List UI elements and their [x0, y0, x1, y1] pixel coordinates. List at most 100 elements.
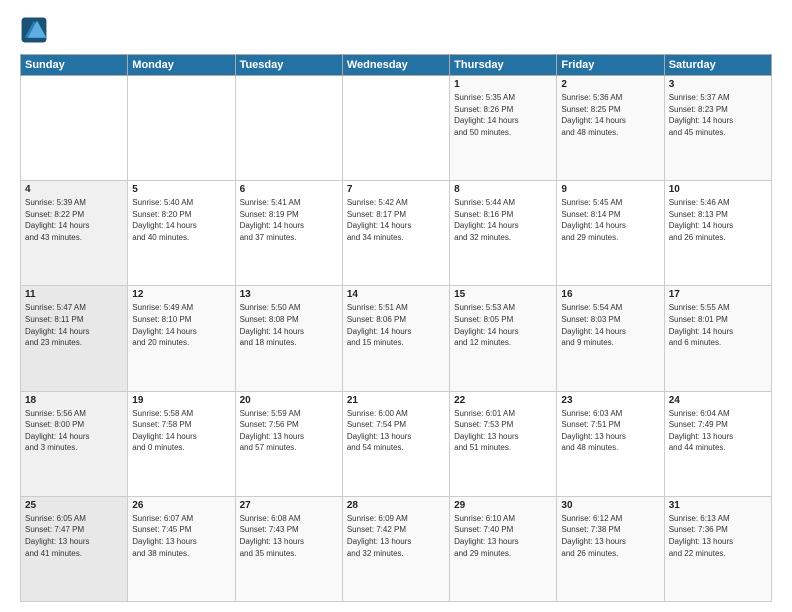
- day-info: Sunrise: 6:05 AM Sunset: 7:47 PM Dayligh…: [25, 513, 123, 559]
- day-info: Sunrise: 5:37 AM Sunset: 8:23 PM Dayligh…: [669, 92, 767, 138]
- calendar-cell: 7 Sunrise: 5:42 AM Sunset: 8:17 PM Daylig…: [342, 181, 449, 286]
- weekday-header-tuesday: Tuesday: [235, 55, 342, 76]
- day-info: Sunrise: 5:56 AM Sunset: 8:00 PM Dayligh…: [25, 408, 123, 454]
- day-info: Sunrise: 6:13 AM Sunset: 7:36 PM Dayligh…: [669, 513, 767, 559]
- day-info: Sunrise: 5:41 AM Sunset: 8:19 PM Dayligh…: [240, 197, 338, 243]
- calendar-cell: 21 Sunrise: 6:00 AM Sunset: 7:54 PM Dayli…: [342, 391, 449, 496]
- calendar-cell: 20 Sunrise: 5:59 AM Sunset: 7:56 PM Dayli…: [235, 391, 342, 496]
- calendar-cell: 16 Sunrise: 5:54 AM Sunset: 8:03 PM Dayli…: [557, 286, 664, 391]
- day-number: 17: [669, 289, 767, 300]
- calendar-cell: 8 Sunrise: 5:44 AM Sunset: 8:16 PM Daylig…: [450, 181, 557, 286]
- calendar-cell: 17Sunrise: 5:55 AM Sunset: 8:01 PM Dayli…: [664, 286, 771, 391]
- day-info: Sunrise: 5:39 AM Sunset: 8:22 PM Dayligh…: [25, 197, 123, 243]
- day-info: Sunrise: 6:04 AM Sunset: 7:49 PM Dayligh…: [669, 408, 767, 454]
- calendar-week-0: 1Sunrise: 5:35 AM Sunset: 8:26 PM Daylig…: [21, 76, 772, 181]
- day-number: 19: [132, 395, 230, 406]
- day-info: Sunrise: 6:09 AM Sunset: 7:42 PM Dayligh…: [347, 513, 445, 559]
- calendar-cell: [235, 76, 342, 181]
- day-number: 26: [132, 500, 230, 511]
- weekday-header-row: SundayMondayTuesdayWednesdayThursdayFrid…: [21, 55, 772, 76]
- calendar-cell: 18 Sunrise: 5:56 AM Sunset: 8:00 PM Dayli…: [21, 391, 128, 496]
- day-info: Sunrise: 5:47 AM Sunset: 8:11 PM Dayligh…: [25, 302, 123, 348]
- weekday-header-saturday: Saturday: [664, 55, 771, 76]
- day-number: 20: [240, 395, 338, 406]
- calendar-cell: 23 Sunrise: 6:03 AM Sunset: 7:51 PM Dayli…: [557, 391, 664, 496]
- calendar-cell: 12 Sunrise: 5:49 AM Sunset: 8:10 PM Dayli…: [128, 286, 235, 391]
- day-number: 18: [25, 395, 123, 406]
- day-number: 27: [240, 500, 338, 511]
- day-number: 15: [454, 289, 552, 300]
- day-info: Sunrise: 6:03 AM Sunset: 7:51 PM Dayligh…: [561, 408, 659, 454]
- day-info: Sunrise: 5:44 AM Sunset: 8:16 PM Dayligh…: [454, 197, 552, 243]
- day-info: Sunrise: 5:54 AM Sunset: 8:03 PM Dayligh…: [561, 302, 659, 348]
- calendar-cell: 11 Sunrise: 5:47 AM Sunset: 8:11 PM Dayli…: [21, 286, 128, 391]
- day-number: 13: [240, 289, 338, 300]
- logo-icon: [20, 16, 48, 44]
- day-number: 22: [454, 395, 552, 406]
- day-info: Sunrise: 5:49 AM Sunset: 8:10 PM Dayligh…: [132, 302, 230, 348]
- day-number: 2: [561, 79, 659, 90]
- day-info: Sunrise: 6:10 AM Sunset: 7:40 PM Dayligh…: [454, 513, 552, 559]
- day-number: 3: [669, 79, 767, 90]
- day-number: 11: [25, 289, 123, 300]
- weekday-header-sunday: Sunday: [21, 55, 128, 76]
- calendar-cell: 29 Sunrise: 6:10 AM Sunset: 7:40 PM Dayli…: [450, 496, 557, 601]
- day-info: Sunrise: 5:46 AM Sunset: 8:13 PM Dayligh…: [669, 197, 767, 243]
- calendar-cell: 13 Sunrise: 5:50 AM Sunset: 8:08 PM Dayli…: [235, 286, 342, 391]
- calendar-cell: 5Sunrise: 5:40 AM Sunset: 8:20 PM Daylig…: [128, 181, 235, 286]
- day-number: 24: [669, 395, 767, 406]
- day-info: Sunrise: 6:01 AM Sunset: 7:53 PM Dayligh…: [454, 408, 552, 454]
- day-info: Sunrise: 6:07 AM Sunset: 7:45 PM Dayligh…: [132, 513, 230, 559]
- calendar-cell: 31 Sunrise: 6:13 AM Sunset: 7:36 PM Dayli…: [664, 496, 771, 601]
- calendar-cell: 25 Sunrise: 6:05 AM Sunset: 7:47 PM Dayli…: [21, 496, 128, 601]
- day-number: 7: [347, 184, 445, 195]
- day-info: Sunrise: 5:40 AM Sunset: 8:20 PM Dayligh…: [132, 197, 230, 243]
- weekday-header-monday: Monday: [128, 55, 235, 76]
- day-number: 28: [347, 500, 445, 511]
- day-info: Sunrise: 5:36 AM Sunset: 8:25 PM Dayligh…: [561, 92, 659, 138]
- day-number: 14: [347, 289, 445, 300]
- calendar-header: SundayMondayTuesdayWednesdayThursdayFrid…: [21, 55, 772, 76]
- day-info: Sunrise: 5:53 AM Sunset: 8:05 PM Dayligh…: [454, 302, 552, 348]
- day-info: Sunrise: 6:12 AM Sunset: 7:38 PM Dayligh…: [561, 513, 659, 559]
- page: SundayMondayTuesdayWednesdayThursdayFrid…: [0, 0, 792, 612]
- calendar-week-2: 11 Sunrise: 5:47 AM Sunset: 8:11 PM Dayli…: [21, 286, 772, 391]
- calendar-cell: 26 Sunrise: 6:07 AM Sunset: 7:45 PM Dayli…: [128, 496, 235, 601]
- header: [20, 16, 772, 44]
- calendar-cell: 4 Sunrise: 5:39 AM Sunset: 8:22 PM Daylig…: [21, 181, 128, 286]
- day-number: 10: [669, 184, 767, 195]
- day-number: 23: [561, 395, 659, 406]
- calendar-cell: 28 Sunrise: 6:09 AM Sunset: 7:42 PM Dayli…: [342, 496, 449, 601]
- day-info: Sunrise: 5:50 AM Sunset: 8:08 PM Dayligh…: [240, 302, 338, 348]
- logo: [20, 16, 52, 44]
- weekday-header-wednesday: Wednesday: [342, 55, 449, 76]
- day-number: 16: [561, 289, 659, 300]
- day-number: 4: [25, 184, 123, 195]
- day-number: 31: [669, 500, 767, 511]
- calendar-cell: 1Sunrise: 5:35 AM Sunset: 8:26 PM Daylig…: [450, 76, 557, 181]
- calendar-cell: 30Sunrise: 6:12 AM Sunset: 7:38 PM Dayli…: [557, 496, 664, 601]
- calendar-cell: 22 Sunrise: 6:01 AM Sunset: 7:53 PM Dayli…: [450, 391, 557, 496]
- day-number: 21: [347, 395, 445, 406]
- day-info: Sunrise: 6:08 AM Sunset: 7:43 PM Dayligh…: [240, 513, 338, 559]
- calendar-week-1: 4 Sunrise: 5:39 AM Sunset: 8:22 PM Daylig…: [21, 181, 772, 286]
- day-number: 9: [561, 184, 659, 195]
- day-number: 1: [454, 79, 552, 90]
- calendar-cell: 6Sunrise: 5:41 AM Sunset: 8:19 PM Daylig…: [235, 181, 342, 286]
- day-info: Sunrise: 5:58 AM Sunset: 7:58 PM Dayligh…: [132, 408, 230, 454]
- calendar-week-4: 25 Sunrise: 6:05 AM Sunset: 7:47 PM Dayli…: [21, 496, 772, 601]
- day-info: Sunrise: 6:00 AM Sunset: 7:54 PM Dayligh…: [347, 408, 445, 454]
- calendar-cell: 2 Sunrise: 5:36 AM Sunset: 8:25 PM Daylig…: [557, 76, 664, 181]
- day-number: 29: [454, 500, 552, 511]
- day-info: Sunrise: 5:59 AM Sunset: 7:56 PM Dayligh…: [240, 408, 338, 454]
- day-number: 12: [132, 289, 230, 300]
- calendar-cell: 9 Sunrise: 5:45 AM Sunset: 8:14 PM Daylig…: [557, 181, 664, 286]
- calendar-cell: 15 Sunrise: 5:53 AM Sunset: 8:05 PM Dayli…: [450, 286, 557, 391]
- day-number: 25: [25, 500, 123, 511]
- day-info: Sunrise: 5:45 AM Sunset: 8:14 PM Dayligh…: [561, 197, 659, 243]
- day-number: 8: [454, 184, 552, 195]
- calendar-cell: [342, 76, 449, 181]
- day-info: Sunrise: 5:42 AM Sunset: 8:17 PM Dayligh…: [347, 197, 445, 243]
- calendar-cell: 3 Sunrise: 5:37 AM Sunset: 8:23 PM Daylig…: [664, 76, 771, 181]
- day-info: Sunrise: 5:51 AM Sunset: 8:06 PM Dayligh…: [347, 302, 445, 348]
